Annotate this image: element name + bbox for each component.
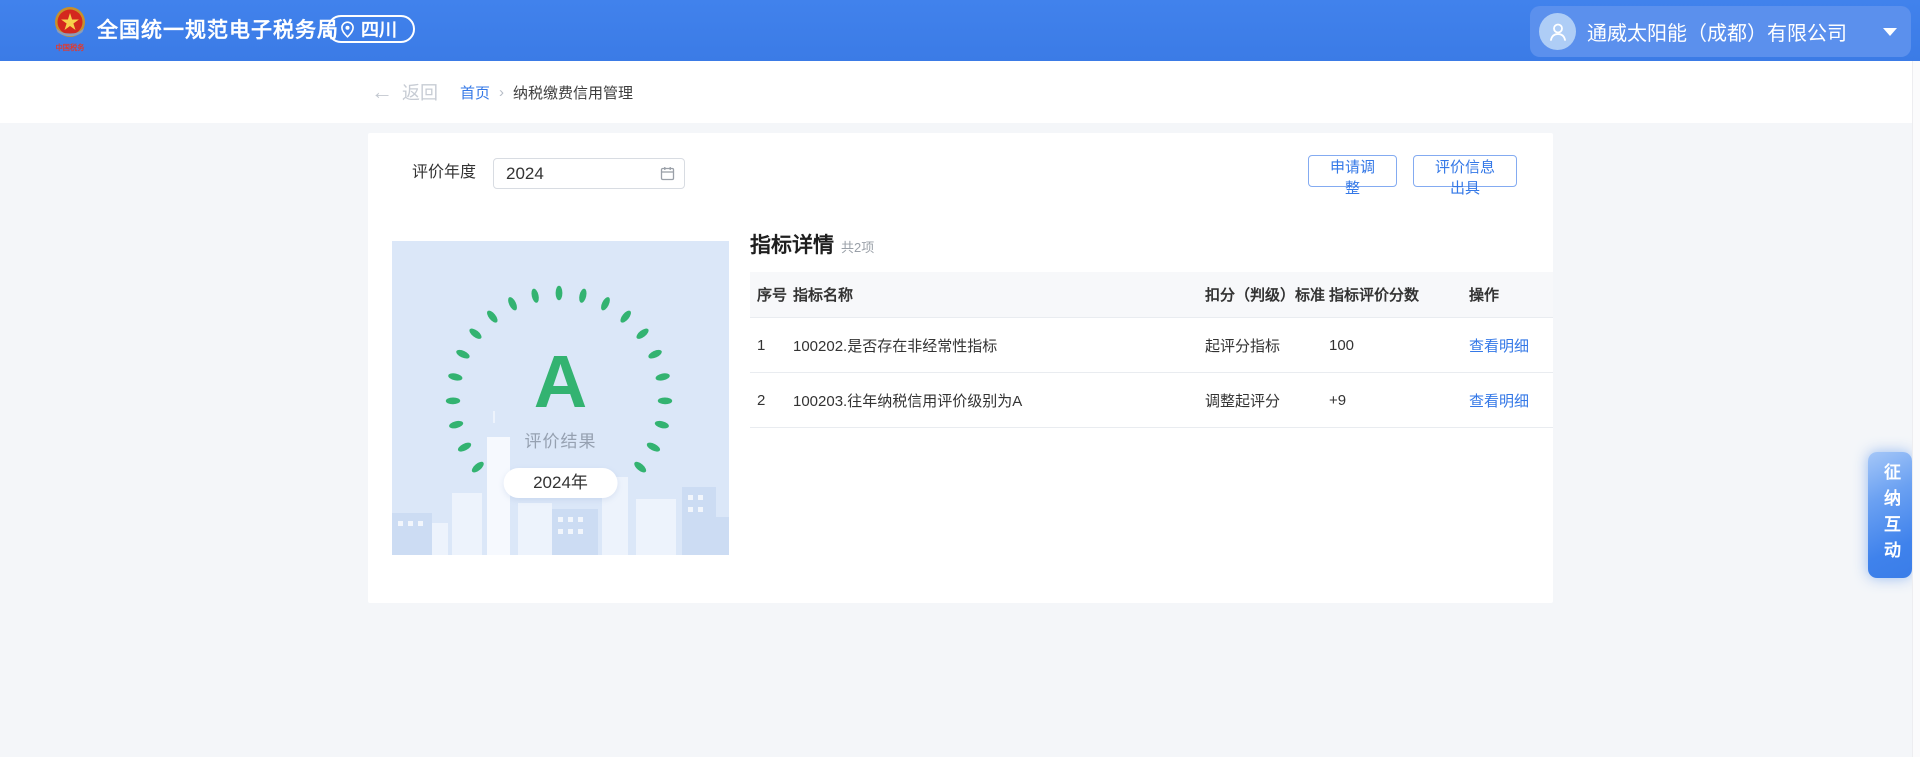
location-pin-icon [339, 21, 356, 38]
breadcrumb-home-link[interactable]: 首页 [460, 82, 490, 103]
evaluation-year-input[interactable] [493, 158, 685, 189]
cell-name: 100202.是否存在非经常性指标 [793, 335, 1205, 356]
tax-interaction-label: 征纳互动 [1868, 463, 1912, 567]
breadcrumb-current: 纳税缴费信用管理 [513, 82, 633, 103]
user-menu[interactable]: 通威太阳能（成都）有限公司 [1530, 6, 1911, 57]
cell-score: +9 [1329, 392, 1469, 409]
back-arrow-icon: ← [371, 81, 393, 103]
app-title: 全国统一规范电子税务局 [97, 0, 339, 61]
avatar [1539, 13, 1576, 50]
view-detail-link[interactable]: 查看明细 [1469, 393, 1529, 410]
apply-adjustment-button[interactable]: 申请调整 [1308, 155, 1397, 187]
table-header-row: 序号 指标名称 扣分（判级）标准 指标评价分数 操作 [750, 272, 1553, 318]
location-label: 四川 [361, 16, 397, 42]
credit-grade: A [392, 345, 729, 419]
chevron-down-icon [1883, 28, 1897, 36]
cell-standard: 起评分指标 [1205, 335, 1329, 356]
indicator-details-section: 指标详情 共2项 序号 指标名称 扣分（判级）标准 指标评价分数 操作 1 10… [750, 229, 1553, 428]
tax-emblem-icon: 中国税务 [54, 6, 86, 54]
col-header-no: 序号 [757, 284, 793, 305]
col-header-name: 指标名称 [793, 284, 1205, 305]
cell-standard: 调整起评分 [1205, 390, 1329, 411]
cell-no: 1 [757, 337, 793, 354]
location-badge[interactable]: 四川 [327, 15, 415, 43]
back-button[interactable]: ← 返回 [371, 61, 438, 123]
col-header-action: 操作 [1469, 284, 1553, 305]
app-header: 中国税务 全国统一规范电子税务局 四川 通威太阳能（成都）有限公司 [0, 0, 1920, 61]
breadcrumb-separator: › [499, 84, 504, 101]
issue-evaluation-info-button[interactable]: 评价信息出具 [1413, 155, 1517, 187]
cell-score: 100 [1329, 337, 1469, 354]
breadcrumb-bar: ← 返回 首页 › 纳税缴费信用管理 [0, 61, 1920, 123]
result-label: 评价结果 [392, 427, 729, 452]
details-title: 指标详情 [750, 229, 834, 259]
table-row: 2 100203.往年纳税信用评价级别为A 调整起评分 +9 查看明细 [750, 373, 1553, 428]
cell-no: 2 [757, 392, 793, 409]
scrollbar[interactable] [1912, 61, 1920, 757]
details-count: 共2项 [841, 237, 874, 256]
back-label: 返回 [402, 79, 438, 105]
evaluation-result-panel: A 评价结果 2024年 [392, 241, 729, 555]
page: 中国税务 全国统一规范电子税务局 四川 通威太阳能（成都）有限公司 ← 返回 [0, 0, 1920, 757]
evaluation-year-field [493, 158, 685, 189]
credit-management-card: 评价年度 申请调整 评价信息出具 [368, 133, 1553, 603]
user-icon [1547, 21, 1569, 43]
cell-name: 100203.往年纳税信用评价级别为A [793, 390, 1205, 411]
indicator-table: 序号 指标名称 扣分（判级）标准 指标评价分数 操作 1 100202.是否存在… [750, 272, 1553, 428]
evaluation-year-label: 评价年度 [412, 158, 476, 188]
calendar-icon[interactable] [660, 166, 675, 181]
emblem-label: 中国税务 [56, 44, 85, 51]
view-detail-link[interactable]: 查看明细 [1469, 338, 1529, 355]
col-header-score: 指标评价分数 [1329, 284, 1469, 305]
result-year-pill: 2024年 [503, 468, 618, 498]
tax-interaction-tab[interactable]: 征纳互动 [1868, 452, 1912, 578]
table-row: 1 100202.是否存在非经常性指标 起评分指标 100 查看明细 [750, 318, 1553, 373]
company-name: 通威太阳能（成都）有限公司 [1587, 17, 1877, 46]
col-header-standard: 扣分（判级）标准 [1205, 284, 1329, 305]
breadcrumb: 首页 › 纳税缴费信用管理 [460, 61, 633, 123]
